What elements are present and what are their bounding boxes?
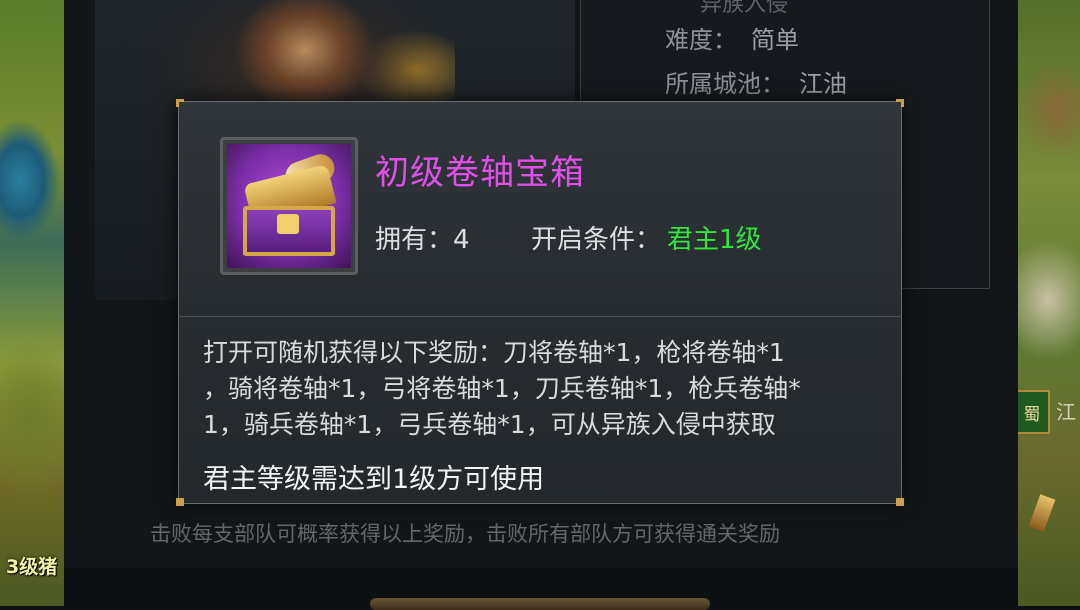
description-line: 打开可随机获得以下奖励：刀将卷轴*1，枪将卷轴*1 xyxy=(203,338,785,367)
map-level-badge[interactable]: 3级猪 xyxy=(6,552,57,579)
owned-count: 拥有：4 xyxy=(375,219,470,256)
city-label: 所属城池： xyxy=(665,70,785,98)
stage-title: 异族入侵 xyxy=(700,0,789,17)
description-line: ，骑将卷轴*1，弓将卷轴*1，刀兵卷轴*1，枪兵卷轴* xyxy=(203,374,801,403)
item-description: 打开可随机获得以下奖励：刀将卷轴*1，枪将卷轴*1 ，骑将卷轴*1，弓将卷轴*1… xyxy=(203,335,883,443)
description-line: 1，骑兵卷轴*1，弓兵卷轴*1，可从异族入侵中获取 xyxy=(203,410,776,439)
owned-label: 拥有： xyxy=(375,225,454,255)
usage-requirement: 君主等级需达到1级方可使用 xyxy=(203,464,545,495)
treasure-chest-icon xyxy=(227,144,351,268)
open-condition: 开启条件： 君主1级 xyxy=(531,219,762,256)
bottom-action-button[interactable] xyxy=(370,598,710,610)
owned-value: 4 xyxy=(453,225,470,255)
world-map-left-edge: 3级猪 xyxy=(0,0,64,606)
difficulty-row: 难度： 简单 xyxy=(665,20,799,55)
map-city-glyph: 江 xyxy=(1056,400,1076,424)
item-header: 初级卷轴宝箱 拥有：4 开启条件： 君主1级 xyxy=(179,102,901,317)
item-icon-frame xyxy=(220,137,358,275)
reward-hint-text: 击败每支部队可概率获得以上奖励，击败所有部队方可获得通关奖励 xyxy=(150,522,780,546)
faction-tag-shu[interactable]: 蜀 xyxy=(1014,390,1050,434)
open-condition-label: 开启条件： xyxy=(531,225,662,255)
difficulty-value: 简单 xyxy=(751,26,799,54)
corner-ornament xyxy=(896,498,904,506)
item-tooltip-popup[interactable]: 初级卷轴宝箱 拥有：4 开启条件： 君主1级 打开可随机获得以下奖励：刀将卷轴*1… xyxy=(176,99,904,506)
difficulty-label: 难度： xyxy=(665,26,737,54)
open-condition-value: 君主1级 xyxy=(667,225,762,255)
chest-lock xyxy=(277,214,299,234)
corner-ornament xyxy=(176,498,184,506)
item-name: 初级卷轴宝箱 xyxy=(375,153,585,193)
city-value: 江油 xyxy=(799,70,847,98)
city-row: 所属城池： 江油 xyxy=(665,64,847,99)
